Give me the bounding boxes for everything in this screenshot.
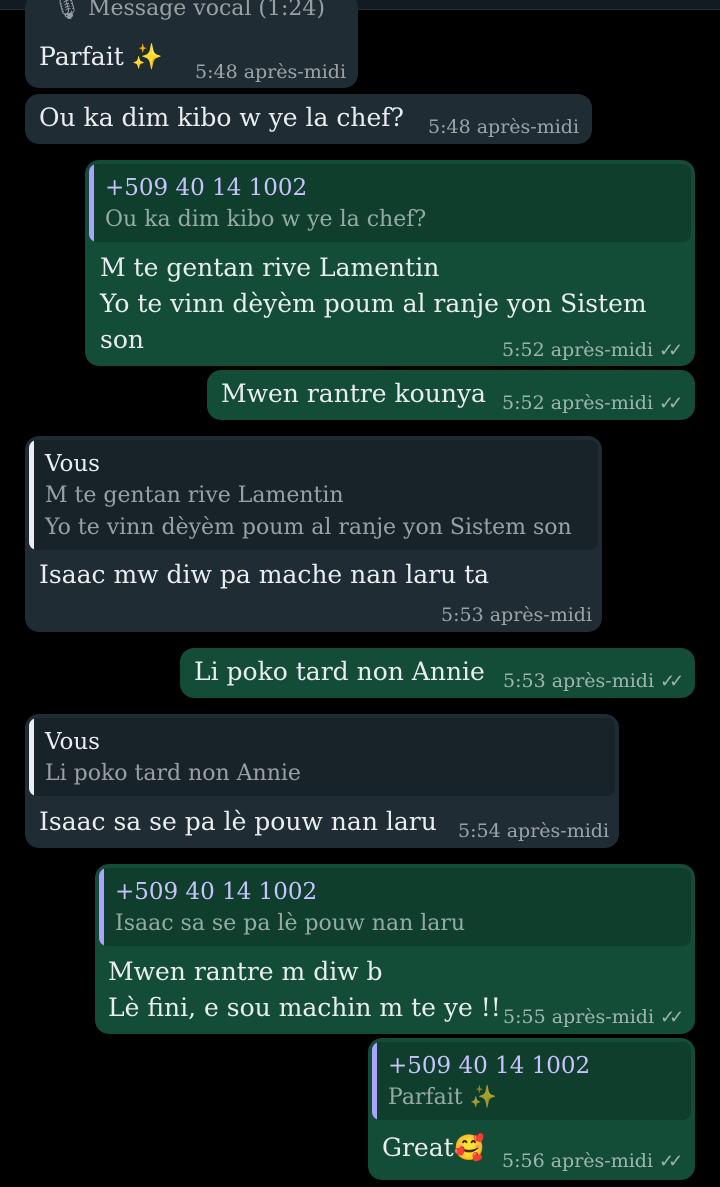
message-time: 5:53 après-midi [441, 604, 593, 626]
double-check-icon: ✓✓ [659, 1151, 683, 1172]
quote-text: Li poko tard non Annie [45, 761, 301, 786]
quote-author: +509 40 14 1002 [115, 879, 318, 905]
quote-text: M te gentan rive Lamentin Yo te vinn dèy… [45, 483, 572, 540]
double-check-icon: ✓✓ [660, 671, 684, 692]
message-bubble-outgoing[interactable]: +509 40 14 1002 Ou ka dim kibo w ye la c… [85, 160, 695, 366]
message-text: Ou ka dim kibo w ye la chef? [39, 103, 404, 132]
message-bubble-incoming[interactable]: Vous Li poko tard non Annie Isaac sa se … [25, 714, 619, 848]
voice-message-label: 🎙 Message vocal (1:24) [53, 0, 325, 21]
message-text: Li poko tard non Annie [194, 657, 485, 686]
message-time: 5:55 après-midi ✓✓ [503, 1006, 684, 1028]
quote-text: Ou ka dim kibo w ye la chef? [105, 207, 427, 232]
message-bubble-outgoing[interactable]: +509 40 14 1002 Parfait ✨ Great🥰 5:56 ap… [368, 1038, 695, 1180]
quote-author: Vous [45, 451, 100, 477]
quoted-message[interactable]: +509 40 14 1002 Ou ka dim kibo w ye la c… [89, 164, 691, 242]
quote-text: Parfait ✨ [388, 1085, 497, 1110]
microphone-icon: 🎙 [53, 0, 81, 21]
message-time: 5:53 après-midi ✓✓ [503, 670, 684, 692]
message-time: 5:48 après-midi [428, 116, 580, 138]
message-bubble-incoming[interactable]: Vous M te gentan rive Lamentin Yo te vin… [25, 436, 602, 632]
message-bubble-incoming[interactable]: Ou ka dim kibo w ye la chef? 5:48 après-… [25, 94, 592, 144]
quote-text: Isaac sa se pa lè pouw nan laru [115, 911, 466, 936]
message-time: 5:54 après-midi [458, 820, 610, 842]
double-check-icon: ✓✓ [659, 340, 683, 361]
double-check-icon: ✓✓ [659, 393, 683, 414]
quote-author: +509 40 14 1002 [388, 1053, 591, 1079]
message-text: Parfait ✨ [39, 42, 163, 71]
quote-author: +509 40 14 1002 [105, 175, 308, 201]
message-text: Great🥰 [382, 1133, 485, 1162]
double-check-icon: ✓✓ [660, 1007, 684, 1028]
message-text: Mwen rantre m diw b Lè fini, e sou machi… [108, 957, 501, 1022]
message-time: 5:56 après-midi ✓✓ [502, 1150, 683, 1172]
quoted-message[interactable]: +509 40 14 1002 Parfait ✨ [372, 1042, 691, 1120]
message-bubble-outgoing[interactable]: Mwen rantre kounya 5:52 après-midi ✓✓ [207, 370, 695, 420]
message-time: 5:52 après-midi ✓✓ [502, 339, 683, 361]
message-bubble-outgoing[interactable]: +509 40 14 1002 Isaac sa se pa lè pouw n… [95, 864, 695, 1034]
quote-author: Vous [45, 729, 100, 755]
quoted-message[interactable]: Vous M te gentan rive Lamentin Yo te vin… [29, 440, 598, 550]
message-time: 5:52 après-midi ✓✓ [502, 392, 683, 414]
message-text: Mwen rantre kounya [221, 379, 486, 408]
message-bubble-outgoing[interactable]: Li poko tard non Annie 5:53 après-midi ✓✓ [180, 648, 695, 698]
message-text: Isaac sa se pa lè pouw nan laru [39, 807, 437, 836]
quoted-message[interactable]: +509 40 14 1002 Isaac sa se pa lè pouw n… [99, 868, 691, 946]
quoted-message[interactable]: Vous Li poko tard non Annie [29, 718, 615, 796]
message-text: Isaac mw diw pa mache nan laru ta [39, 560, 490, 589]
message-time: 5:48 après-midi [195, 61, 347, 83]
message-bubble-incoming[interactable]: 🎙 Message vocal (1:24) Parfait ✨ 5:48 ap… [25, 0, 358, 88]
